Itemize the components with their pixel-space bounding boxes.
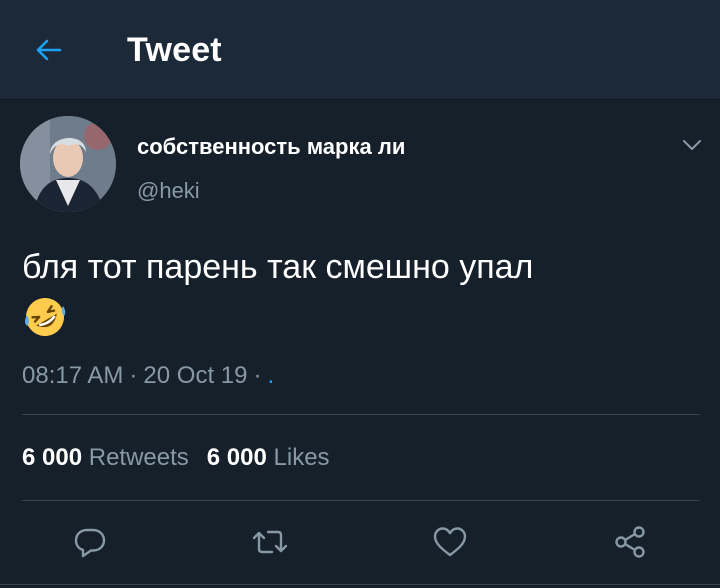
separator-dot: ·	[253, 362, 262, 389]
author-handle[interactable]: @heki	[137, 177, 200, 205]
author-display-name[interactable]: собственность марка ли	[137, 133, 405, 161]
divider	[0, 584, 720, 585]
divider	[22, 500, 700, 501]
tweet-text: бля тот парень так смешно упал	[22, 248, 534, 286]
retweets-count: 6 000	[22, 444, 83, 471]
likes-stat[interactable]: 6 000 Likes	[207, 444, 330, 471]
tweet-stats: 6 000 Retweets 6 000 Likes	[22, 443, 330, 473]
separator-dot: ·	[129, 362, 138, 389]
tweet-source-link[interactable]: .	[267, 362, 274, 389]
likes-label: Likes	[273, 444, 330, 471]
back-button[interactable]	[28, 30, 68, 70]
reply-button[interactable]	[70, 522, 110, 562]
retweets-label: Retweets	[88, 444, 189, 471]
rolling-on-the-floor-laughing-icon	[22, 294, 68, 340]
tweet-timestamp: 08:17 AM · 20 Oct 19 ·.	[22, 361, 274, 391]
retweets-stat[interactable]: 6 000 Retweets	[22, 444, 189, 471]
share-button[interactable]	[610, 522, 650, 562]
page-title: Tweet	[127, 31, 222, 69]
arrow-left-icon	[36, 39, 62, 61]
reply-icon	[74, 528, 106, 558]
tweet-date: 20 Oct 19	[143, 362, 248, 389]
divider	[22, 414, 700, 415]
tweet-time: 08:17 AM	[22, 362, 124, 389]
likes-count: 6 000	[206, 444, 267, 471]
heart-icon	[433, 527, 467, 557]
more-options-button[interactable]	[680, 133, 704, 157]
chevron-down-icon	[683, 140, 701, 150]
retweet-button[interactable]	[250, 522, 290, 562]
avatar[interactable]	[20, 116, 116, 212]
top-bar: Tweet	[0, 0, 720, 100]
retweet-icon	[252, 530, 288, 554]
share-icon	[615, 526, 645, 558]
like-button[interactable]	[430, 522, 470, 562]
